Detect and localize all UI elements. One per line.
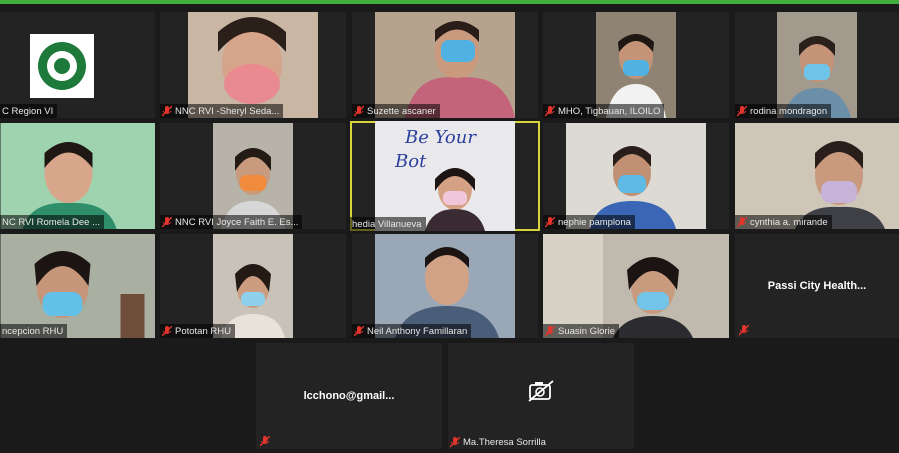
muted-mic-icon <box>162 325 172 336</box>
participant-tile[interactable]: ncepcion RHU <box>0 234 155 338</box>
participant-name: MHO, Tigbauan, ILOILO <box>543 104 665 118</box>
muted-mic-icon <box>739 325 749 336</box>
participant-name: Passi City Health... <box>767 280 867 292</box>
muted-mic-icon <box>545 325 555 336</box>
participant-tile[interactable]: Suasin Glorie <box>543 234 729 338</box>
video-feed <box>543 234 729 338</box>
participant-tile[interactable]: Neil Anthony Famillaran <box>352 234 538 338</box>
participant-name: NC RVI Romela Dee ... <box>0 215 105 229</box>
org-logo <box>30 34 94 98</box>
participant-tile[interactable]: cynthia a. mirande <box>735 123 899 229</box>
participant-name: NNC RVI -Sheryl Seda... <box>160 104 284 118</box>
participant-name: Ma.Theresa Sorrilla <box>448 435 550 449</box>
participant-name: ncepcion RHU <box>0 324 68 338</box>
participant-name: hedia Villanueva <box>350 217 426 231</box>
video-feed: Be Your Bot <box>375 121 515 231</box>
video-feed <box>0 123 155 229</box>
svg-text:Bot: Bot <box>394 151 427 172</box>
video-feed <box>596 12 676 118</box>
muted-mic-icon <box>162 216 172 227</box>
participant-name: cynthia a. mirande <box>735 215 832 229</box>
participant-name: lcchono@gmail... <box>303 390 395 402</box>
muted-mic-icon <box>450 436 460 447</box>
muted-mic-icon <box>545 216 555 227</box>
participant-name: Suzette ascaner <box>352 104 440 118</box>
participant-name: NNC RVI Joyce Faith E. Es... <box>160 215 303 229</box>
muted-mic-icon <box>545 105 555 116</box>
participant-tile[interactable]: NNC RVI -Sheryl Seda... <box>160 12 346 118</box>
participant-tile[interactable]: Passi City Health... <box>735 234 899 338</box>
participant-tile[interactable]: MHO, Tigbauan, ILOILO <box>543 12 729 118</box>
participant-name: rodina mondragon <box>735 104 832 118</box>
participant-tile[interactable]: nephie pamplona <box>543 123 729 229</box>
muted-mic-icon <box>354 105 364 116</box>
participant-tile[interactable]: Pototan RHU <box>160 234 346 338</box>
video-feed <box>0 234 155 338</box>
participant-tile[interactable]: rodina mondragon <box>735 12 899 118</box>
participant-tile-active-speaker[interactable]: Be Your Bot hedia Villanueva <box>350 121 540 231</box>
participant-name: Suasin Glorie <box>543 324 620 338</box>
video-feed <box>777 12 857 118</box>
participant-tile[interactable]: NC RVI Romela Dee ... <box>0 123 155 229</box>
video-feed <box>375 12 515 118</box>
participant-tile[interactable]: lcchono@gmail... <box>256 343 442 449</box>
video-feed <box>375 234 515 338</box>
video-feed <box>213 123 293 229</box>
muted-mic-icon <box>354 325 364 336</box>
participant-tile[interactable]: Ma.Theresa Sorrilla <box>448 343 634 449</box>
muted-mic-icon <box>737 105 747 116</box>
participant-tile[interactable]: NNC RVI Joyce Faith E. Es... <box>160 123 346 229</box>
participant-name: Neil Anthony Famillaran <box>352 324 472 338</box>
top-status-bar <box>0 0 899 4</box>
video-feed <box>213 234 293 338</box>
participant-tile[interactable]: Suzette ascaner <box>352 12 538 118</box>
svg-text:Be Your: Be Your <box>404 127 477 148</box>
participant-name: nephie pamplona <box>543 215 635 229</box>
participant-tile[interactable]: C Region VI <box>0 12 155 118</box>
video-feed <box>735 123 899 229</box>
video-feed <box>188 12 318 118</box>
participant-name: Pototan RHU <box>160 324 235 338</box>
muted-mic-icon <box>737 216 747 227</box>
muted-mic-icon <box>162 105 172 116</box>
camera-off-icon <box>528 379 554 402</box>
muted-mic-icon <box>260 436 270 447</box>
participant-name: C Region VI <box>0 104 58 118</box>
video-feed <box>566 123 706 229</box>
